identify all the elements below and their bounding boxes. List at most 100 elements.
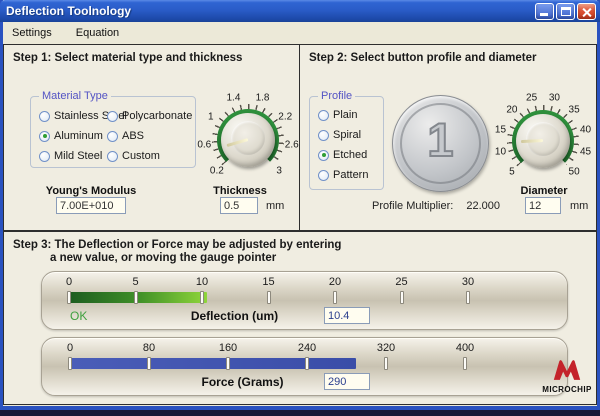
radio-icon <box>39 111 50 122</box>
radio-icon <box>318 170 329 181</box>
thickness-knob[interactable]: 0.20.611.41.82.22.63 <box>198 90 298 190</box>
thickness-input[interactable] <box>220 197 258 214</box>
deflection-status: OK <box>70 309 87 323</box>
maximize-button[interactable] <box>556 3 575 20</box>
gauge-tick-mark <box>400 291 404 304</box>
gauge-tick-label: 80 <box>143 342 155 354</box>
gauge-tick-label: 15 <box>262 276 274 288</box>
gauge-tick-label: 400 <box>456 342 474 354</box>
radio-abs[interactable]: ABS <box>107 130 144 142</box>
radio-icon <box>318 110 329 121</box>
radio-icon <box>39 131 50 142</box>
force-input[interactable] <box>324 373 370 390</box>
deflection-bar[interactable] <box>69 292 207 303</box>
gauge-tick-label: 5 <box>132 276 138 288</box>
gauge-tick-mark <box>463 357 467 370</box>
step2-panel: Step 2: Select button profile and diamet… <box>299 44 597 231</box>
diameter-input[interactable] <box>525 197 561 214</box>
diameter-label: Diameter <box>504 185 584 197</box>
diameter-knob[interactable]: 5101520253035404550 <box>493 91 593 191</box>
gauge-tick-label: 320 <box>377 342 395 354</box>
menu-settings[interactable]: Settings <box>12 27 52 39</box>
radio-icon <box>39 151 50 162</box>
step3-header-line1: Step 3: The Deflection or Force may be a… <box>13 239 341 251</box>
menu-equation[interactable]: Equation <box>76 27 119 39</box>
step2-header: Step 2: Select button profile and diamet… <box>309 52 536 64</box>
radio-spiral[interactable]: Spiral <box>318 129 361 141</box>
minimize-button[interactable] <box>535 3 554 20</box>
profile-group-label: Profile <box>318 90 355 102</box>
force-gauge-label: Force (Grams) <box>170 375 315 389</box>
microchip-m-icon <box>552 359 582 381</box>
deflection-input[interactable] <box>324 307 370 324</box>
gauge-tick-label: 0 <box>67 342 73 354</box>
step3-panel: Step 3: The Deflection or Force may be a… <box>3 231 597 405</box>
step3-header-line2: a new value, or moving the gauge pointer <box>50 252 276 264</box>
radio-polycarbonate[interactable]: Polycarbonate <box>107 110 192 122</box>
window-controls <box>533 3 596 20</box>
knob-scale-label: 1.8 <box>256 93 270 104</box>
gauge-tick-mark <box>67 291 71 304</box>
button-number: 1 <box>393 112 488 167</box>
knob-scale-label: 10 <box>495 147 506 158</box>
gauge-tick-mark <box>147 357 151 370</box>
gauge-tick-label: 20 <box>329 276 341 288</box>
microchip-wordmark: MICROCHIP <box>538 385 596 394</box>
app-window: Deflection Toolnology Settings Equation … <box>0 0 600 416</box>
knob-scale-label: 2.6 <box>285 139 299 150</box>
radio-plain[interactable]: Plain <box>318 109 357 121</box>
step1-header: Step 1: Select material type and thickne… <box>13 52 242 64</box>
knob-scale-label: 45 <box>580 147 591 158</box>
radio-etched[interactable]: Etched <box>318 149 367 161</box>
knob-scale-label: 0.6 <box>197 139 211 150</box>
window-title: Deflection Toolnology <box>6 4 533 18</box>
menu-bar: Settings Equation <box>3 22 597 44</box>
gauge-tick-mark <box>68 357 72 370</box>
gauge-tick-mark <box>305 357 309 370</box>
gauge-tick-label: 160 <box>219 342 237 354</box>
gauge-tick-label: 240 <box>298 342 316 354</box>
gauge-tick-label: 25 <box>395 276 407 288</box>
gauge-tick-mark <box>267 291 271 304</box>
profile-multiplier: Profile Multiplier: 22.000 <box>372 200 500 212</box>
deflection-gauge-label: Deflection (um) <box>162 309 307 323</box>
radio-icon <box>107 131 118 142</box>
button-preview: 1 <box>392 95 489 192</box>
diameter-unit: mm <box>570 200 588 212</box>
minimize-icon <box>540 13 548 16</box>
profile-group: Profile Plain Spiral Etched Pattern <box>309 96 384 190</box>
radio-custom[interactable]: Custom <box>107 150 160 162</box>
radio-icon <box>318 130 329 141</box>
gauge-tick-mark <box>226 357 230 370</box>
gauge-tick-mark <box>200 291 204 304</box>
force-gauge[interactable]: Force (Grams) 0 80 160 240 320 400 <box>41 337 568 396</box>
knob-scale-label: 15 <box>495 124 506 135</box>
profile-multiplier-label: Profile Multiplier: <box>372 200 453 212</box>
gauge-tick-mark <box>333 291 337 304</box>
knob-scale-label: 0.2 <box>210 166 224 177</box>
knob-scale-label: 1.4 <box>227 93 241 104</box>
gauge-tick-mark <box>134 291 138 304</box>
radio-aluminum[interactable]: Aluminum <box>39 130 103 142</box>
gauge-tick-mark <box>384 357 388 370</box>
knob-scale-label: 50 <box>569 167 580 178</box>
material-type-group-label: Material Type <box>39 90 111 102</box>
close-button[interactable] <box>577 3 596 20</box>
title-bar: Deflection Toolnology <box>0 0 600 22</box>
radio-icon <box>107 111 118 122</box>
knob-scale-label: 3 <box>276 166 282 177</box>
youngs-modulus-input[interactable] <box>56 197 126 214</box>
radio-mild-steel[interactable]: Mild Steel <box>39 150 102 162</box>
deflection-gauge[interactable]: OK Deflection (um) 051015202530 <box>41 271 568 330</box>
taskbar-sliver <box>0 410 600 416</box>
force-bar[interactable] <box>70 358 356 369</box>
knob-scale-label: 20 <box>506 104 517 115</box>
knob-scale-label: 1 <box>208 111 214 122</box>
gauge-tick-mark <box>466 291 470 304</box>
step1-panel: Step 1: Select material type and thickne… <box>3 44 300 231</box>
gauge-tick-label: 30 <box>462 276 474 288</box>
knob-scale-label: 35 <box>569 104 580 115</box>
radio-pattern[interactable]: Pattern <box>318 169 368 181</box>
microchip-logo: MICROCHIP <box>538 359 596 394</box>
material-type-group: Material Type Stainless Steel Polycarbon… <box>30 96 196 168</box>
